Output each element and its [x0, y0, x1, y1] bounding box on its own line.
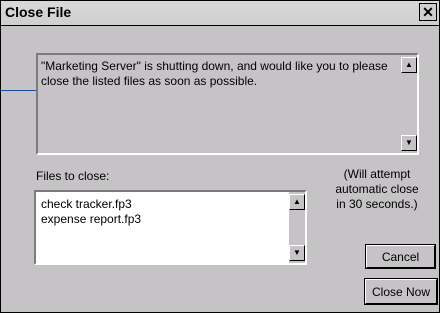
pointer-line — [1, 90, 37, 91]
message-box: "Marketing Server" is shutting down, and… — [36, 53, 419, 155]
cancel-button[interactable]: Cancel — [365, 244, 436, 269]
auto-close-note: (Will attempt automatic close in 30 seco… — [317, 167, 437, 212]
close-icon[interactable]: ✕ — [419, 3, 437, 21]
auto-close-note-line2: automatic close — [335, 182, 419, 196]
list-item[interactable]: expense report.fp3 — [41, 212, 141, 227]
title-bar[interactable]: Close File ✕ — [1, 1, 439, 26]
auto-close-note-line3: in 30 seconds.) — [336, 197, 418, 211]
close-file-dialog: Close File ✕ "Marketing Server" is shutt… — [0, 0, 440, 313]
scroll-up-icon[interactable]: ▲ — [401, 57, 417, 73]
files-list[interactable]: check tracker.fp3 expense report.fp3 ▲ ▼ — [34, 190, 307, 265]
scroll-down-icon[interactable]: ▼ — [289, 245, 305, 261]
auto-close-note-line1: (Will attempt — [343, 167, 411, 181]
list-item[interactable]: check tracker.fp3 — [41, 197, 132, 212]
files-scrollbar[interactable]: ▲ ▼ — [289, 192, 305, 263]
scroll-up-icon[interactable]: ▲ — [289, 194, 305, 210]
message-text: "Marketing Server" is shutting down, and… — [41, 59, 388, 88]
files-label: Files to close: — [36, 169, 110, 183]
close-now-button[interactable]: Close Now — [364, 278, 438, 305]
dialog-title: Close File — [5, 4, 72, 20]
scroll-down-icon[interactable]: ▼ — [401, 135, 417, 151]
message-scrollbar[interactable]: ▲ ▼ — [401, 55, 417, 153]
